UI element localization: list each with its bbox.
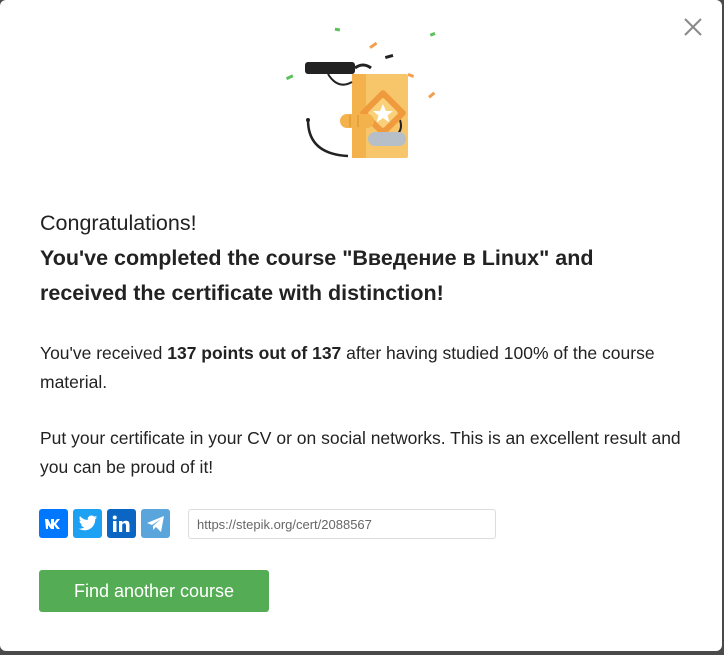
headline: Congratulations! You've completed the co… — [40, 206, 680, 311]
points-prefix: You've received — [40, 343, 168, 363]
certificate-illustration-icon — [280, 24, 440, 164]
headline-congrats: Congratulations! — [40, 211, 197, 235]
linkedin-icon — [112, 515, 129, 532]
linkedin-share-button[interactable] — [107, 509, 136, 538]
telegram-icon — [146, 515, 164, 532]
find-another-course-button[interactable]: Find another course — [39, 570, 269, 612]
telegram-share-button[interactable] — [141, 509, 170, 538]
close-button[interactable] — [683, 17, 703, 37]
points-value: 137 points out of 137 — [167, 343, 342, 363]
congratulations-modal: Congratulations! You've completed the co… — [0, 0, 722, 651]
vk-icon — [44, 518, 60, 529]
headline-course-completed: You've completed the course "Введение в … — [40, 246, 594, 305]
twitter-icon — [78, 515, 97, 531]
vk-share-button[interactable] — [39, 509, 68, 538]
certificate-link-field[interactable] — [188, 509, 496, 539]
close-icon — [684, 18, 702, 36]
twitter-share-button[interactable] — [73, 509, 102, 538]
points-paragraph: You've received 137 points out of 137 af… — [40, 339, 700, 397]
share-paragraph: Put your certificate in your CV or on so… — [40, 428, 681, 477]
